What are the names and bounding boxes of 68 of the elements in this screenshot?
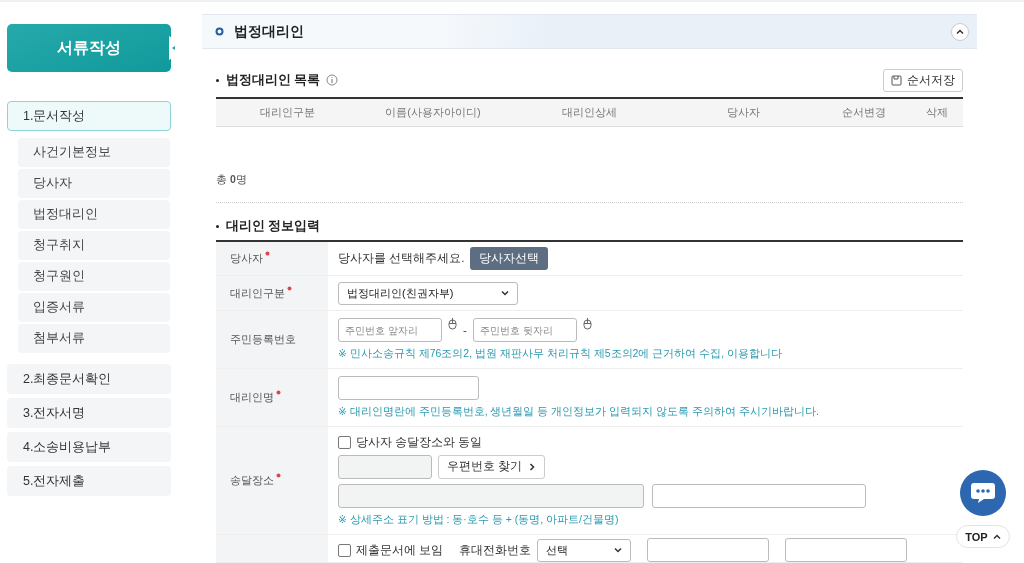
chevron-down-icon: [501, 289, 509, 297]
column-header: 삭제: [925, 105, 949, 120]
field-label: 대리인구분: [216, 276, 328, 310]
checkbox-label: 제출문서에 보임: [356, 542, 444, 558]
address-field[interactable]: [338, 483, 644, 508]
ring-icon: [215, 27, 224, 36]
mouse-icon: [582, 318, 592, 330]
chevron-up-icon: [956, 27, 964, 36]
mouse-icon: [448, 318, 457, 330]
scroll-top-button[interactable]: TOP: [956, 525, 1010, 548]
section-title: 법정대리인: [234, 22, 305, 41]
collapse-button[interactable]: [951, 22, 969, 41]
zip-code-field[interactable]: [338, 454, 432, 479]
step-item[interactable]: 4.소송비용납부: [7, 432, 171, 462]
save-order-button[interactable]: 순서저장: [883, 68, 963, 92]
speech-bubble-icon: [970, 482, 996, 504]
select-field[interactable]: 법정대리인(친권자부): [338, 281, 518, 305]
chevron-down-icon: [614, 546, 623, 554]
column-header: 대리인상세: [560, 105, 618, 120]
total-count: 총 0명: [216, 173, 247, 187]
required-mark-icon: [276, 390, 281, 395]
notice-text: ※ 대리인명란에 주민등록번호, 생년월일 등 개인정보가 입력되지 않도록 주의하여 주시기바랍니다.: [338, 405, 820, 419]
sub-step-item[interactable]: 첨부서류: [18, 324, 170, 353]
column-header: 당사자: [725, 105, 761, 120]
required-mark-icon: [276, 473, 281, 478]
field-label: 당사자: [216, 242, 328, 275]
checkbox[interactable]: [338, 543, 351, 557]
field-label: 주민등록번호: [216, 311, 328, 368]
save-icon: [891, 74, 902, 86]
hint-text: 당사자를 선택해주세요.: [338, 251, 465, 266]
input-field[interactable]: [647, 538, 770, 562]
input-field[interactable]: [785, 538, 908, 562]
input-field[interactable]: 주민번호 앞자리: [338, 318, 442, 342]
sub-step-item[interactable]: 사건기본정보: [18, 138, 170, 167]
select-party-button[interactable]: 당사자선택: [470, 247, 549, 270]
select-field[interactable]: 선택: [537, 538, 632, 562]
phone-label: 휴대전화번호: [459, 542, 532, 558]
checkbox[interactable]: [338, 435, 351, 449]
separator: -: [463, 324, 467, 336]
field-label: 대리인명: [216, 369, 328, 426]
zip-search-button[interactable]: 우편번호 찾기: [438, 454, 546, 479]
chevron-up-icon: [992, 532, 1001, 541]
step-item[interactable]: 5.전자제출: [7, 466, 171, 496]
column-header: 순서변경: [841, 105, 887, 120]
column-header: 이름(사용자아이디): [384, 105, 482, 120]
sub-step-item[interactable]: 당사자: [18, 169, 170, 198]
field-label: 송달장소: [216, 427, 328, 534]
sub-step-item[interactable]: 입증서류: [18, 293, 170, 322]
step-item[interactable]: 1.문서작성: [7, 101, 171, 131]
sub-step-item[interactable]: 청구취지: [18, 231, 170, 260]
input-field[interactable]: [338, 376, 479, 400]
chat-button[interactable]: [960, 470, 1006, 516]
sub-step-item[interactable]: 청구원인: [18, 262, 170, 291]
column-header: 대리인구분: [258, 105, 316, 120]
sub-step-item[interactable]: 법정대리인: [18, 200, 170, 229]
input-field[interactable]: 주민번호 뒷자리: [472, 318, 577, 342]
info-icon: [326, 74, 339, 86]
detail-address-field[interactable]: [652, 483, 866, 508]
subsection-title: 법정대리인 목록: [226, 71, 321, 89]
chevron-right-icon: [528, 462, 537, 471]
required-mark-icon: [265, 251, 270, 256]
checkbox-label: 당사자 송달장소와 동일: [356, 434, 483, 450]
notice-text: ※ 상세주소 표기 방법 : 동·호수 등 + (동명, 아파트/건물명): [338, 512, 620, 527]
step-item[interactable]: 2.최종문서확인: [7, 364, 171, 394]
step-item[interactable]: 3.전자서명: [7, 398, 171, 428]
required-mark-icon: [287, 285, 292, 291]
notice-text: ※ 민사소송규칙 제76조의2, 법원 재판사무 처리규칙 제5조의2에 근거하여 수집, 이용합니다: [338, 347, 784, 361]
subsection-title: 대리인 정보입력: [226, 218, 321, 235]
